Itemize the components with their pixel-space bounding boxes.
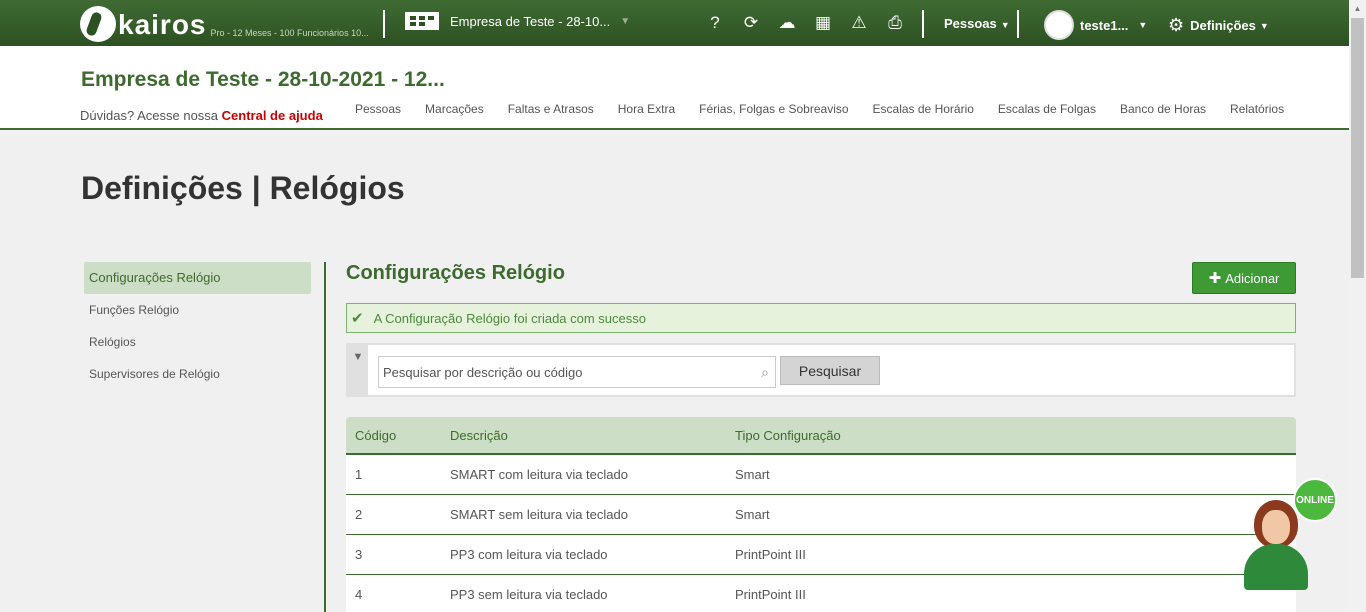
online-badge: ONLINE [1293, 478, 1337, 522]
table-header: Código Descrição Tipo Configuração [346, 417, 1296, 455]
sidebar-item-funcoes[interactable]: Funções Relógio [84, 294, 311, 326]
divider [922, 10, 924, 38]
chevron-down-icon: ▼ [1138, 20, 1148, 30]
sidebar-item-relogios[interactable]: Relógios [84, 326, 311, 358]
scroll-up-arrow-icon[interactable]: ▲ [1349, 0, 1366, 17]
main-nav: Pessoas Marcações Faltas e Atrasos Hora … [355, 102, 1284, 116]
gear-icon: ⚙ [1168, 15, 1185, 35]
nav-item-relatorios[interactable]: Relatórios [1230, 102, 1284, 116]
page-header: Empresa de Teste - 28-10-2021 - 12... Dú… [0, 46, 1349, 130]
pessoas-menu[interactable]: Pessoas ▼ [944, 16, 1010, 31]
nav-item-pessoas[interactable]: Pessoas [355, 102, 401, 116]
column-header-descricao[interactable]: Descrição [450, 428, 735, 443]
cell-tipo: Smart [735, 467, 770, 482]
cell-codigo: 1 [355, 467, 363, 482]
nav-item-hora-extra[interactable]: Hora Extra [618, 102, 675, 116]
cell-descricao: PP3 sem leitura via teclado [450, 587, 608, 602]
search-placeholder: Pesquisar por descrição ou código [383, 364, 583, 380]
sidebar-divider [324, 262, 326, 612]
calculator-icon[interactable]: ▦ [812, 13, 834, 33]
check-icon: ✔ [351, 310, 364, 327]
kairos-logo-icon [80, 6, 116, 42]
success-alert: ✔ A Configuração Relógio foi criada com … [346, 303, 1296, 333]
support-agent-body [1244, 544, 1308, 590]
chevron-down-icon: ▼ [1000, 20, 1010, 30]
search-panel: ▼ Pesquisar por descrição ou código ⌕ Pe… [346, 343, 1296, 397]
toolbar-icons: ? ⟳ ☁ ▦ ⚠ ⎙ [704, 13, 906, 33]
warning-icon[interactable]: ⚠ [848, 13, 870, 33]
help-prefix: Dúvidas? Acesse nossa [80, 108, 219, 123]
nav-item-ferias[interactable]: Férias, Folgas e Sobreaviso [699, 102, 848, 116]
cell-descricao: SMART com leitura via teclado [450, 467, 628, 482]
help-center-link[interactable]: Central de ajuda [222, 108, 323, 123]
search-button[interactable]: Pesquisar [780, 356, 880, 385]
add-button[interactable]: ✚ Adicionar [1192, 262, 1296, 294]
success-message: A Configuração Relógio foi criada com su… [373, 310, 647, 326]
cell-descricao: PP3 com leitura via teclado [450, 547, 608, 562]
help-icon[interactable]: ? [704, 13, 726, 33]
user-menu[interactable]: teste1... ▼ [1044, 10, 1147, 40]
user-name: teste1... [1080, 17, 1129, 33]
cloud-download-icon[interactable]: ☁ [776, 13, 798, 33]
vertical-scrollbar[interactable]: ▲ [1349, 0, 1366, 612]
filter-toggle[interactable]: ▼ [348, 345, 368, 395]
online-support-widget[interactable]: ONLINE [1240, 478, 1340, 598]
nav-item-escalas-horario[interactable]: Escalas de Horário [873, 102, 974, 116]
top-bar: kairos Pro - 12 Meses - 100 Funcionários… [0, 0, 1349, 46]
company-selector-label: Empresa de Teste - 28-10... [450, 13, 611, 29]
company-selector[interactable]: Empresa de Teste - 28-10... ▼ [405, 12, 630, 30]
cell-codigo: 4 [355, 587, 363, 602]
table-row[interactable]: 1 SMART com leitura via teclado Smart [346, 455, 1296, 495]
settings-menu[interactable]: ⚙ Definições ▼ [1168, 15, 1269, 36]
kairos-logo[interactable]: kairos Pro - 12 Meses - 100 Funcionários… [80, 4, 369, 42]
column-header-tipo[interactable]: Tipo Configuração [735, 428, 1296, 443]
sidebar: Configurações Relógio Funções Relógio Re… [84, 262, 311, 390]
filter-icon: ▼ [352, 351, 364, 363]
config-table: Código Descrição Tipo Configuração 1 SMA… [346, 417, 1296, 612]
add-button-label: Adicionar [1225, 270, 1280, 286]
page-title: Definições | Relógios [81, 170, 405, 206]
section-title: Configurações Relógio [346, 262, 565, 284]
search-input[interactable]: Pesquisar por descrição ou código ⌕ [378, 356, 776, 388]
inbox-icon[interactable]: ⎙ [884, 13, 906, 33]
divider [383, 10, 385, 38]
cell-codigo: 3 [355, 547, 363, 562]
cell-codigo: 2 [355, 507, 363, 522]
nav-item-banco-horas[interactable]: Banco de Horas [1120, 102, 1206, 116]
sidebar-item-configuracoes[interactable]: Configurações Relógio [84, 262, 311, 294]
settings-label: Definições [1190, 18, 1256, 33]
table-row[interactable]: 3 PP3 com leitura via teclado PrintPoint… [346, 535, 1296, 575]
help-text: Dúvidas? Acesse nossa Central de ajuda [80, 108, 323, 123]
company-title: Empresa de Teste - 28-10-2021 - 12... [81, 68, 445, 91]
building-icon [405, 12, 439, 30]
pessoas-menu-label: Pessoas [944, 16, 997, 31]
chevron-down-icon: ▼ [1259, 20, 1269, 31]
scroll-thumb[interactable] [1351, 18, 1364, 278]
plan-info: Pro - 12 Meses - 100 Funcionários 10... [210, 28, 369, 38]
sync-icon[interactable]: ⟳ [740, 13, 762, 33]
nav-item-faltas[interactable]: Faltas e Atrasos [508, 102, 594, 116]
sidebar-item-supervisores[interactable]: Supervisores de Relógio [84, 358, 311, 390]
logo-text: kairos [118, 9, 207, 40]
cell-tipo: PrintPoint III [735, 587, 806, 602]
divider [1017, 10, 1019, 38]
table-row[interactable]: 2 SMART sem leitura via teclado Smart [346, 495, 1296, 535]
plus-icon: ✚ [1208, 270, 1222, 287]
cell-tipo: Smart [735, 507, 770, 522]
support-agent-face [1262, 510, 1290, 544]
nav-item-marcacoes[interactable]: Marcações [425, 102, 484, 116]
column-header-codigo[interactable]: Código [346, 428, 450, 443]
chevron-down-icon: ▼ [620, 15, 631, 27]
avatar [1044, 10, 1074, 40]
nav-item-escalas-folgas[interactable]: Escalas de Folgas [998, 102, 1096, 116]
cell-tipo: PrintPoint III [735, 547, 806, 562]
table-row[interactable]: 4 PP3 sem leitura via teclado PrintPoint… [346, 575, 1296, 612]
search-icon: ⌕ [761, 364, 769, 380]
cell-descricao: SMART sem leitura via teclado [450, 507, 628, 522]
